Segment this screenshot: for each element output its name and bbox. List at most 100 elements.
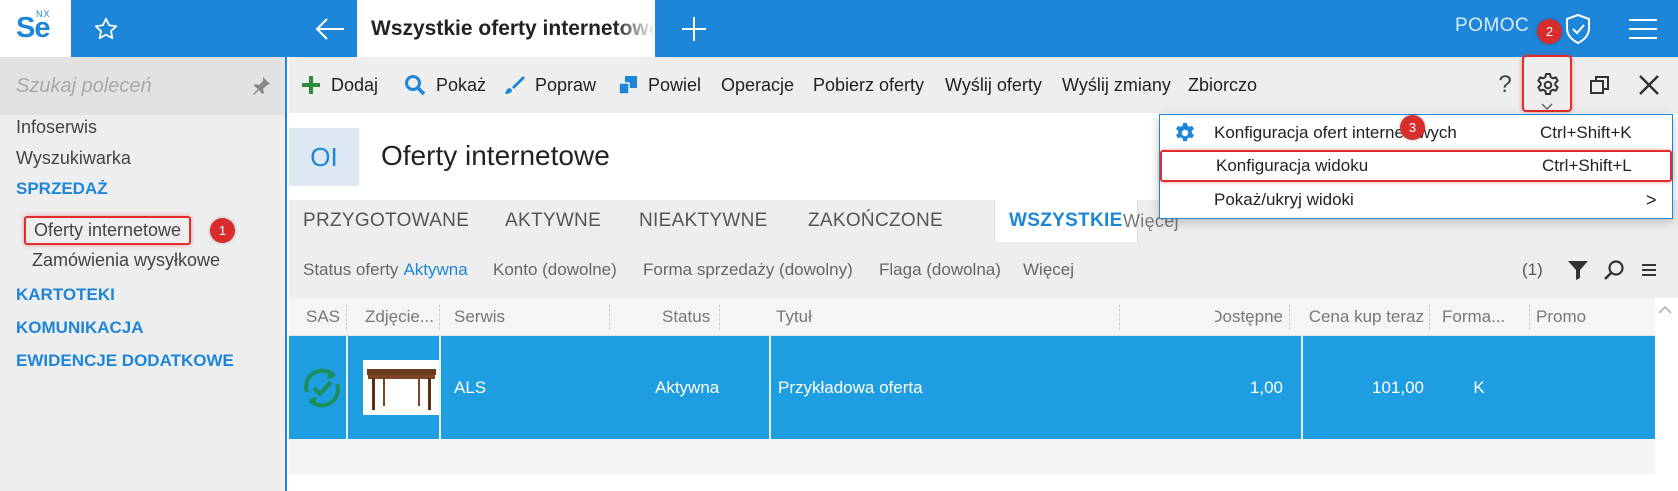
search-icon <box>1604 260 1624 280</box>
table-row[interactable]: ALS Aktywna Przykładowa oferta 1,00 101,… <box>289 336 1655 439</box>
send-changes-button[interactable]: Wyślij zmiany <box>1062 57 1171 113</box>
help-button[interactable]: ? <box>1485 57 1525 113</box>
duplicate-button[interactable]: Powiel <box>618 57 701 113</box>
menu-item-pokaz-ukryj-widoki[interactable]: Pokaż/ukryj widoki > <box>1160 184 1672 216</box>
sidebar-item-infoserwis[interactable]: Infoserwis <box>16 117 97 138</box>
menu-item-label: Pokaż/ukryj widoki <box>1214 190 1354 209</box>
favorites-button[interactable] <box>71 0 141 57</box>
tab-wszystkie[interactable]: WSZYSTKIE <box>994 200 1138 242</box>
column-header-serwis[interactable]: Serwis <box>454 298 505 336</box>
bulk-button[interactable]: Zbiorczo <box>1188 57 1257 113</box>
settings-button-highlight <box>1522 55 1572 112</box>
table-thumbnail <box>363 360 440 415</box>
restore-window-icon <box>1590 76 1609 94</box>
back-arrow-icon <box>315 17 344 40</box>
filter-count: (1) <box>1522 260 1543 279</box>
sidebar-item-oferty-internetowe[interactable]: Oferty internetowe <box>24 216 192 245</box>
page-title: Oferty internetowe <box>381 140 610 171</box>
sidebar-section-kartoteki[interactable]: KARTOTEKI <box>16 285 115 305</box>
sidebar: Infoserwis Wyszukiwarka SPRZEDAŻ Oferty … <box>0 57 287 491</box>
column-header-sas[interactable]: SAS <box>306 298 340 336</box>
filter-wiecej[interactable]: Więcej <box>1023 242 1074 298</box>
column-header-promo[interactable]: Promo <box>1536 298 1586 336</box>
add-button[interactable]: Dodaj <box>301 57 378 113</box>
edit-button[interactable]: Popraw <box>503 57 596 113</box>
filter-konto[interactable]: Konto (dowolne) <box>493 242 617 298</box>
cell-cena-kup-teraz: 101,00 <box>1372 377 1424 397</box>
cell-sas <box>299 336 345 439</box>
close-icon <box>1639 75 1659 95</box>
sidebar-item-zamowienia-wysylkowe[interactable]: Zamówienia wysyłkowe <box>32 250 220 271</box>
security-button[interactable] <box>1561 12 1595 46</box>
column-header-cena-kup-teraz[interactable]: Cena kup teraz <box>1301 298 1424 336</box>
filter-flaga[interactable]: Flaga (dowolna) <box>879 242 1001 298</box>
gear-icon <box>1176 122 1194 142</box>
filter-status[interactable]: Status oferty Aktywna <box>303 242 468 298</box>
cell-dostepne: 1,00 <box>1249 377 1283 397</box>
column-header-forma[interactable]: Forma... <box>1442 298 1510 336</box>
magnifier-icon <box>405 75 426 96</box>
menu-item-shortcut: Ctrl+Shift+L <box>1542 156 1632 175</box>
filter-status-value: Aktywna <box>403 260 468 279</box>
fetch-offers-button[interactable]: Pobierz oferty <box>813 57 924 113</box>
duplicate-button-label: Powiel <box>648 74 702 95</box>
tab-zakonczone[interactable]: ZAKOŃCZONE <box>808 200 943 242</box>
plus-icon <box>681 16 706 41</box>
search-button[interactable] <box>1603 242 1625 298</box>
restore-window-button[interactable] <box>1576 57 1624 113</box>
sidebar-section-komunikacja[interactable]: KOMUNIKACJA <box>16 318 144 338</box>
column-header-zdjecie[interactable]: Zdjęcie... <box>365 298 435 336</box>
filter-status-label: Status oferty <box>303 260 399 279</box>
show-button[interactable]: Pokaż <box>404 57 486 113</box>
toolbar: Dodaj Pokaż Popraw Powiel Operacje Pobie… <box>289 57 1678 113</box>
sidebar-section-sprzedaz[interactable]: SPRZEDAŻ <box>16 179 108 199</box>
filter-forma-sprzedazy[interactable]: Forma sprzedaży (dowolny) <box>643 242 853 298</box>
operations-button[interactable]: Operacje <box>721 57 794 113</box>
sidebar-item-wyszukiwarka[interactable]: Wyszukiwarka <box>16 148 131 169</box>
column-header-tytul[interactable]: Tytuł <box>776 298 812 336</box>
document-tab-title: Wszystkie oferty internetowe <box>371 16 655 40</box>
main-menu-button[interactable] <box>1624 14 1662 44</box>
close-button[interactable] <box>1624 57 1674 113</box>
edit-button-label: Popraw <box>535 74 597 95</box>
hamburger-menu-icon <box>1629 19 1657 39</box>
grid-header: SAS Zdjęcie... Serwis Status Tytuł Dostę… <box>289 298 1655 336</box>
send-offers-button[interactable]: Wyślij oferty <box>945 57 1042 113</box>
filter-button[interactable] <box>1567 242 1589 298</box>
cell-serwis: ALS <box>454 377 487 397</box>
back-button[interactable] <box>300 0 360 57</box>
tab-przygotowane[interactable]: PRZYGOTOWANE <box>303 200 469 242</box>
tab-aktywne[interactable]: AKTYWNE <box>505 200 601 242</box>
pin-icon[interactable] <box>250 75 272 97</box>
menu-item-konfiguracja-widoku[interactable]: Konfiguracja widoku Ctrl+Shift+L <box>1160 150 1672 182</box>
chevron-right-icon: > <box>1646 189 1657 210</box>
cell-status: Aktywna <box>655 377 720 397</box>
list-icon <box>1642 264 1656 276</box>
new-tab-button[interactable] <box>665 0 722 57</box>
command-search <box>0 57 285 115</box>
app-logo[interactable]: Se NX <box>0 0 71 57</box>
command-search-input[interactable] <box>16 71 246 101</box>
document-tab-active[interactable]: Wszystkie oferty internetowe <box>357 0 655 57</box>
top-bar: Se NX Wszystkie oferty internetowe POMOC <box>0 0 1678 57</box>
cell-photo <box>363 336 440 439</box>
column-header-status[interactable]: Status <box>662 298 710 336</box>
menu-item-label: Konfiguracja widoku <box>1216 156 1369 175</box>
help-link[interactable]: POMOC <box>1455 15 1529 37</box>
scroll-up-chevron-icon[interactable] <box>1657 303 1673 317</box>
grid-empty-area <box>289 439 1655 474</box>
add-button-label: Dodaj <box>331 74 379 95</box>
page-abbreviation: OI <box>289 128 359 186</box>
column-header-dostepne[interactable]: Dostępne <box>1215 298 1283 336</box>
callout-badge-1: 1 <box>210 218 235 243</box>
list-options-button[interactable] <box>1641 242 1657 298</box>
cell-tytul: Przykładowa oferta <box>778 377 923 397</box>
logo-superscript: NX <box>36 9 51 19</box>
tab-nieaktywne[interactable]: NIEAKTYWNE <box>639 200 768 242</box>
brush-icon <box>505 76 525 94</box>
plus-icon <box>302 76 320 94</box>
menu-item-shortcut: Ctrl+Shift+K <box>1540 123 1632 142</box>
filter-bar: Status oferty Aktywna Konto (dowolne) Fo… <box>289 242 1678 298</box>
filter-icon <box>1568 261 1588 280</box>
sidebar-section-ewidencje-dodatkowe[interactable]: EWIDENCJE DODATKOWE <box>16 351 234 371</box>
